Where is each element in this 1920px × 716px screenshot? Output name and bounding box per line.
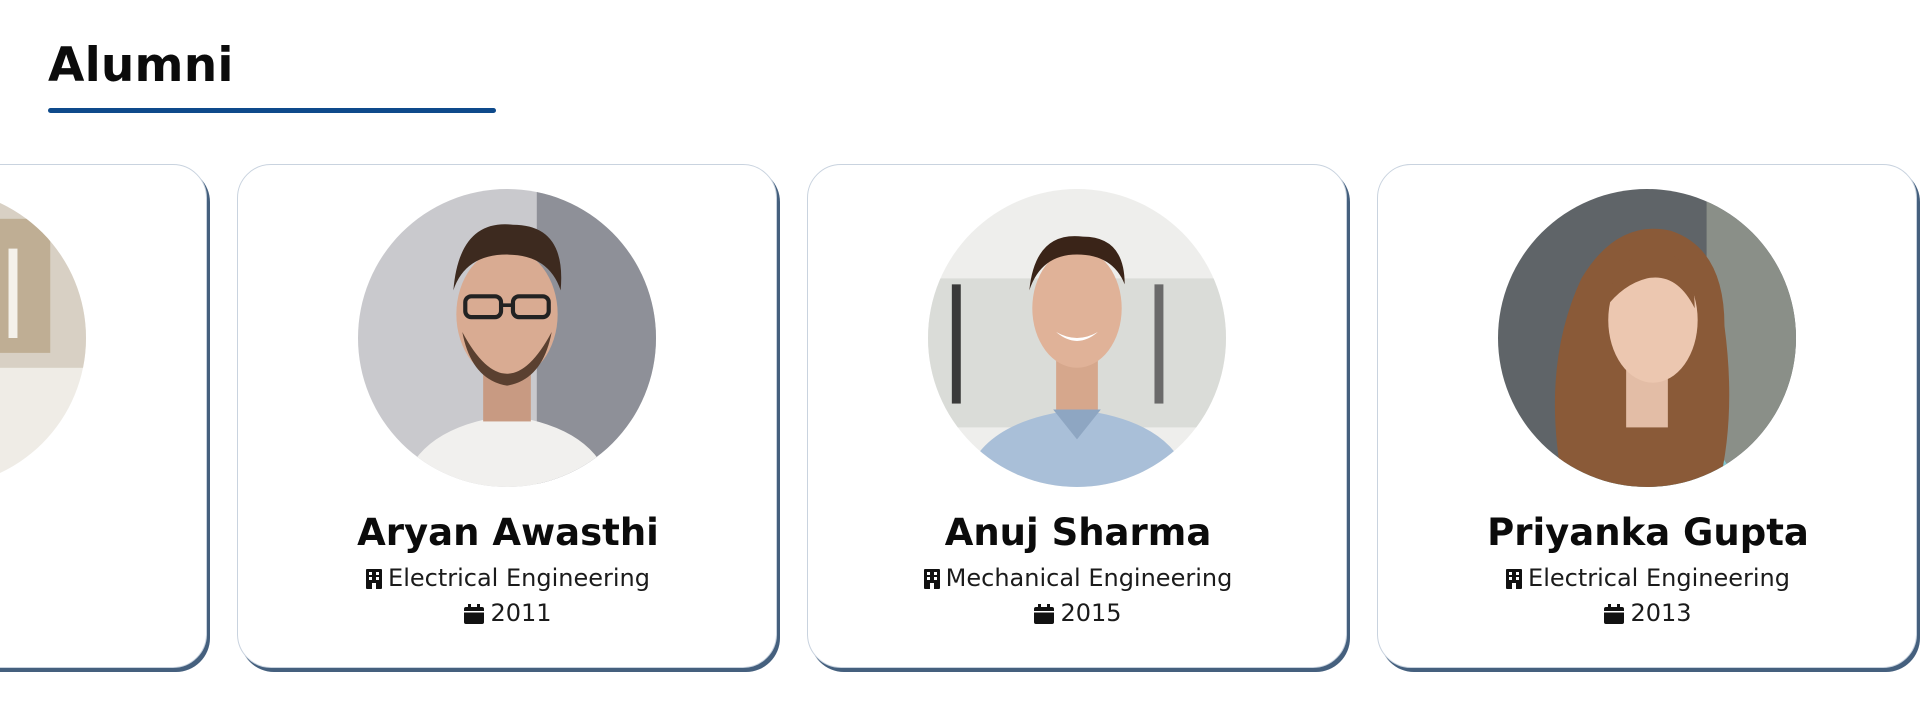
alumni-photo bbox=[358, 189, 656, 487]
alumni-year: 2015 bbox=[808, 599, 1346, 630]
alumni-department: Electrical Engineering bbox=[1378, 564, 1916, 595]
alumni-department: Electrical Engineering bbox=[238, 564, 776, 595]
calendar-icon bbox=[1604, 602, 1625, 630]
alumni-name: hyap bbox=[0, 511, 206, 554]
calendar-icon bbox=[1034, 602, 1055, 630]
alumni-carousel[interactable]: hyap ring bbox=[0, 0, 1920, 716]
alumni-year-label: 2013 bbox=[1630, 599, 1692, 627]
alumni-year: 2011 bbox=[238, 599, 776, 630]
alumni-year-label: 2015 bbox=[1060, 599, 1122, 627]
alumni-department: ring bbox=[0, 564, 206, 595]
alumni-department-label: Electrical Engineering bbox=[1528, 564, 1790, 592]
alumni-name: Priyanka Gupta bbox=[1487, 511, 1809, 554]
alumni-department-label: Electrical Engineering bbox=[388, 564, 650, 592]
alumni-card[interactable]: Aryan Awasthi Electrical Engineering 201… bbox=[237, 164, 777, 668]
alumni-section: Alumni hyap ring bbox=[0, 0, 1920, 716]
calendar-icon bbox=[464, 602, 485, 630]
alumni-year: 2013 bbox=[1378, 599, 1916, 630]
alumni-name: Anuj Sharma bbox=[944, 511, 1212, 554]
alumni-photo bbox=[1498, 189, 1796, 487]
alumni-photo bbox=[0, 189, 86, 487]
alumni-card[interactable]: Anuj Sharma Mechanical Engineering 2015 bbox=[807, 164, 1347, 668]
building-icon bbox=[923, 567, 940, 595]
alumni-card[interactable]: Priyanka Gupta Electrical Engineering 20… bbox=[1377, 164, 1917, 668]
building-icon bbox=[366, 567, 383, 595]
alumni-photo bbox=[928, 189, 1226, 487]
alumni-name: Aryan Awasthi bbox=[357, 511, 659, 554]
alumni-year-label: 2011 bbox=[490, 599, 552, 627]
alumni-department-label: Mechanical Engineering bbox=[945, 564, 1233, 592]
alumni-department: Mechanical Engineering bbox=[808, 564, 1346, 595]
alumni-card[interactable]: hyap ring bbox=[0, 164, 207, 668]
building-icon bbox=[1506, 567, 1523, 595]
